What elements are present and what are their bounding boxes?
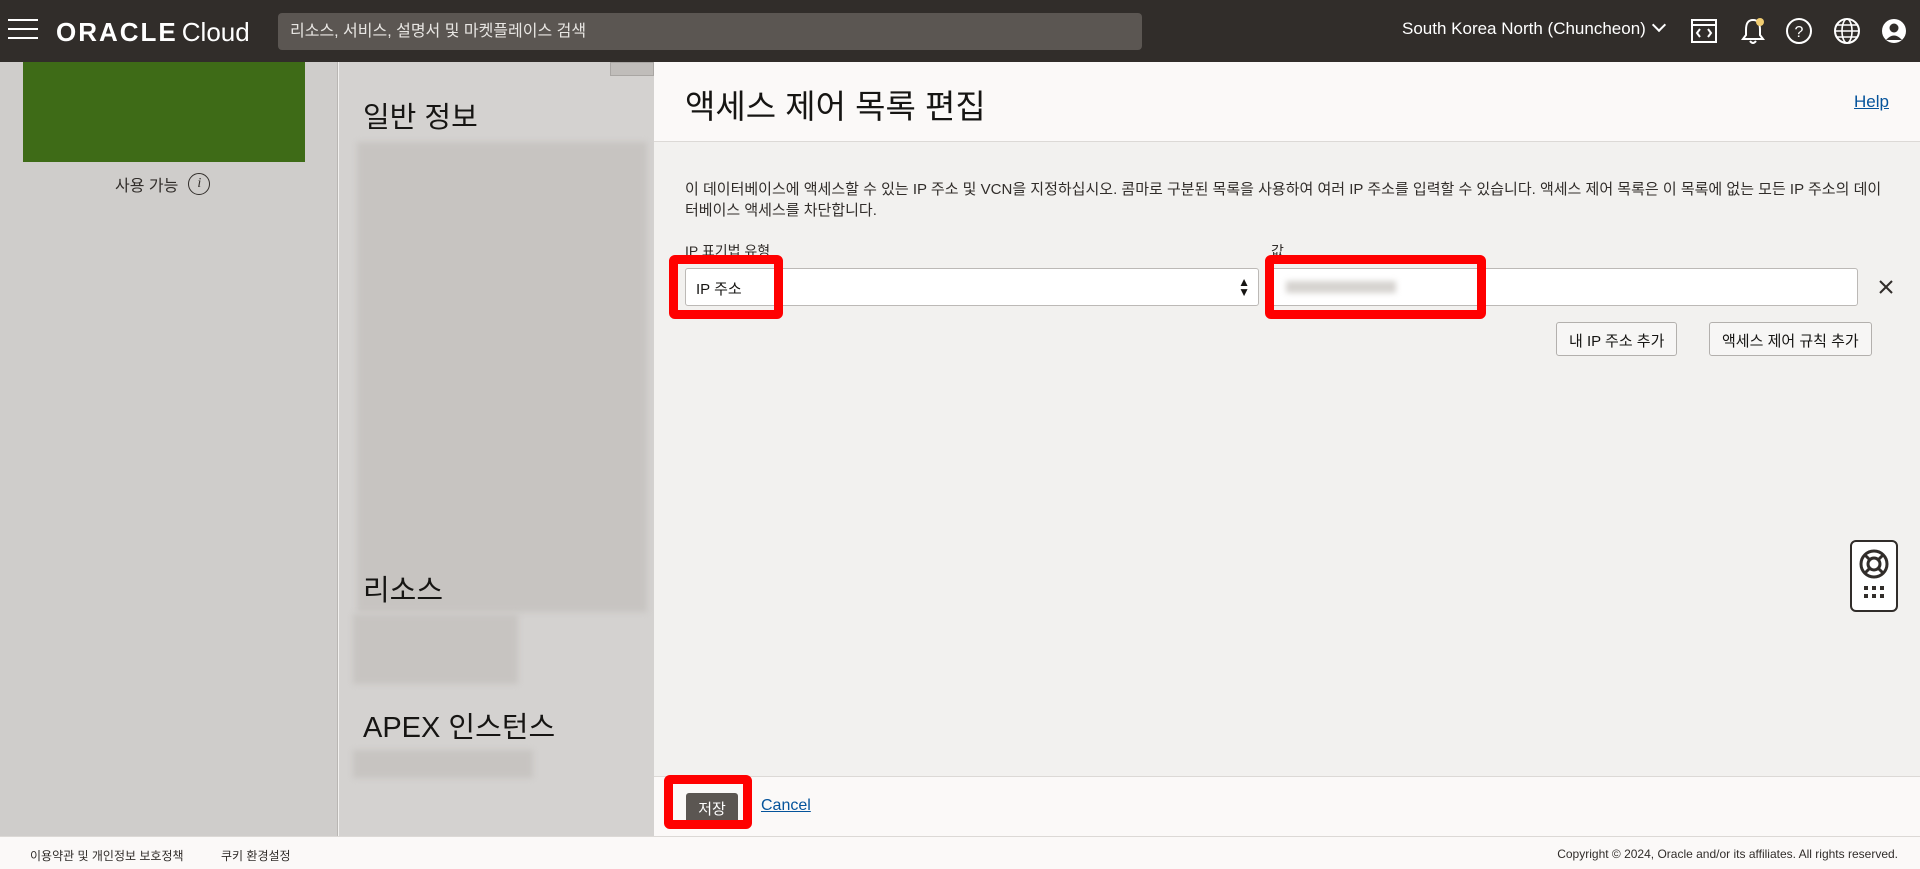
database-details-column: 일반 정보 리소스 APEX 인스턴스 [339,62,654,836]
database-summary-column: 사용 가능 i [0,62,338,836]
edit-acl-panel: 액세스 제어 목록 편집 Help 이 데이터베이스에 액세스할 수 있는 IP… [654,62,1920,836]
blurred-resources [353,614,518,684]
menu-icon[interactable] [8,19,38,43]
grid-icon [1864,586,1884,598]
highlight-box-notation [669,255,783,319]
page-footer: 이용약관 및 개인정보 보호정책 쿠키 환경설정 Copyright © 202… [0,836,1920,869]
panel-title: 액세스 제어 목록 편집 [685,88,986,125]
chevron-down-icon [1651,17,1666,33]
help-icon[interactable]: ? [1783,15,1815,47]
region-label: South Korea North (Chuncheon) [1402,19,1646,38]
database-status-tile [23,62,305,162]
region-selector[interactable]: South Korea North (Chuncheon) [1402,17,1666,39]
section-title-apex: APEX 인스턴스 [363,712,556,744]
lifebuoy-icon [1859,549,1889,579]
section-title-general: 일반 정보 [363,102,478,134]
highlight-box-value [1265,255,1486,319]
status-text: 사용 가능 [115,178,179,195]
terms-link[interactable]: 이용약관 및 개인정보 보호정책 [30,847,184,864]
panel-footer: 저장 Cancel [654,775,1920,836]
cookie-preferences-link[interactable]: 쿠키 환경설정 [221,847,291,864]
svg-text:?: ? [1795,24,1804,41]
globe-icon[interactable] [1831,15,1863,47]
logo-brand: ORACLE [56,17,178,47]
remove-rule-icon[interactable] [1868,269,1904,305]
support-widget[interactable] [1850,540,1898,612]
logo-product: Cloud [181,17,250,47]
add-acl-rule-button[interactable]: 액세스 제어 규칙 추가 [1709,322,1872,356]
oracle-cloud-logo[interactable]: ORACLE Cloud [56,17,250,48]
blurred-apex [353,750,533,778]
details-tab-edge [610,62,654,76]
acl-description: 이 데이터베이스에 액세스할 수 있는 IP 주소 및 VCN을 지정하십시오.… [685,181,1882,219]
cancel-link[interactable]: Cancel [761,797,811,815]
help-link[interactable]: Help [1854,92,1889,112]
panel-header: 액세스 제어 목록 편집 Help [654,62,1920,142]
bell-icon[interactable] [1737,15,1769,47]
blurred-details [357,142,647,612]
status-label: 사용 가능 i [115,172,211,196]
code-editor-icon[interactable] [1688,15,1720,47]
add-my-ip-button[interactable]: 내 IP 주소 추가 [1556,322,1678,356]
copyright-text: Copyright © 2024, Oracle and/or its affi… [1557,847,1898,861]
highlight-box-save [664,775,752,829]
updown-icon: ▲ ▼ [1238,275,1250,299]
top-navigation-bar: ORACLECloud South Korea North (Chuncheon… [0,0,1920,62]
section-title-resources: 리소스 [363,575,444,607]
info-icon[interactable]: i [188,173,211,195]
search-input[interactable] [278,13,1142,50]
user-icon[interactable] [1878,15,1910,47]
